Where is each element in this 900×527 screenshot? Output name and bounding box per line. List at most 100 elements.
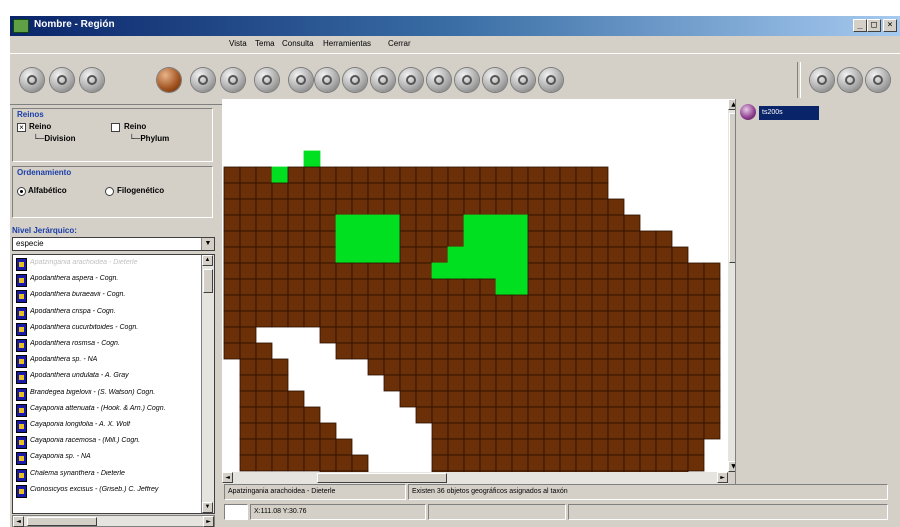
land-cell[interactable] [495, 438, 513, 456]
land-cell[interactable] [495, 406, 513, 424]
species-list-item[interactable]: Apodanthera buraeavii - Cogn. [13, 289, 203, 304]
land-cell[interactable] [575, 198, 593, 216]
land-cell[interactable] [543, 374, 561, 392]
land-cell[interactable] [399, 214, 417, 232]
land-cell[interactable] [607, 198, 625, 216]
land-cell[interactable] [255, 358, 273, 376]
land-cell[interactable] [687, 422, 705, 440]
land-cell[interactable] [543, 294, 561, 312]
land-cell[interactable] [543, 422, 561, 440]
land-cell[interactable] [335, 454, 353, 472]
land-cell[interactable] [591, 326, 609, 344]
occurrence-cell[interactable] [479, 214, 497, 232]
land-cell[interactable] [623, 358, 641, 376]
land-cell[interactable] [559, 390, 577, 408]
land-cell[interactable] [527, 246, 545, 264]
land-cell[interactable] [463, 294, 481, 312]
land-cell[interactable] [287, 166, 305, 184]
land-cell[interactable] [463, 278, 481, 296]
land-cell[interactable] [495, 342, 513, 360]
land-cell[interactable] [495, 182, 513, 200]
land-cell[interactable] [383, 374, 401, 392]
species-list-hthumb[interactable] [27, 517, 97, 526]
land-cell[interactable] [319, 454, 337, 472]
land-cell[interactable] [367, 326, 385, 344]
land-cell[interactable] [335, 310, 353, 328]
land-cell[interactable] [367, 166, 385, 184]
occurrence-cell[interactable] [383, 214, 401, 232]
land-cell[interactable] [527, 406, 545, 424]
occurrence-cell[interactable] [303, 150, 321, 168]
land-cell[interactable] [271, 246, 289, 264]
occurrence-cell[interactable] [367, 230, 385, 248]
land-cell[interactable] [687, 326, 705, 344]
land-cell[interactable] [623, 262, 641, 280]
zoom-in-icon[interactable] [289, 68, 313, 92]
land-cell[interactable] [367, 182, 385, 200]
land-cell[interactable] [575, 390, 593, 408]
land-cell[interactable] [607, 246, 625, 264]
land-cell[interactable] [655, 246, 673, 264]
land-cell[interactable] [287, 214, 305, 232]
occurrence-cell[interactable] [479, 246, 497, 264]
land-cell[interactable] [479, 454, 497, 472]
land-cell[interactable] [415, 182, 433, 200]
stop-icon[interactable] [50, 68, 74, 92]
land-cell[interactable] [575, 262, 593, 280]
land-cell[interactable] [399, 310, 417, 328]
menu-tema[interactable]: Tema [255, 39, 275, 48]
land-cell[interactable] [399, 390, 417, 408]
land-cell[interactable] [319, 422, 337, 440]
land-cell[interactable] [687, 262, 705, 280]
land-cell[interactable] [575, 342, 593, 360]
occurrence-cell[interactable] [511, 278, 529, 296]
species-list-item[interactable]: Cayaponia sp. - NA [13, 451, 203, 466]
occurrence-cell[interactable] [495, 262, 513, 280]
land-cell[interactable] [431, 166, 449, 184]
land-cell[interactable] [367, 278, 385, 296]
land-cell[interactable] [511, 438, 529, 456]
land-cell[interactable] [623, 326, 641, 344]
land-cell[interactable] [447, 326, 465, 344]
land-cell[interactable] [559, 438, 577, 456]
land-cell[interactable] [527, 198, 545, 216]
land-cell[interactable] [607, 310, 625, 328]
land-cell[interactable] [335, 438, 353, 456]
land-cell[interactable] [591, 438, 609, 456]
land-cell[interactable] [399, 230, 417, 248]
land-cell[interactable] [671, 326, 689, 344]
distribution-map[interactable] [222, 99, 728, 472]
land-cell[interactable] [255, 166, 273, 184]
land-cell[interactable] [255, 214, 273, 232]
land-cell[interactable] [671, 374, 689, 392]
land-cell[interactable] [415, 358, 433, 376]
land-cell[interactable] [495, 326, 513, 344]
land-cell[interactable] [527, 166, 545, 184]
land-cell[interactable] [447, 358, 465, 376]
species-list-item[interactable]: Apodanthera sp. - NA [13, 354, 203, 369]
land-cell[interactable] [511, 390, 529, 408]
land-cell[interactable] [511, 294, 529, 312]
land-cell[interactable] [559, 454, 577, 472]
compass-icon[interactable] [20, 68, 44, 92]
land-cell[interactable] [287, 198, 305, 216]
land-cell[interactable] [239, 166, 257, 184]
land-cell[interactable] [559, 342, 577, 360]
land-cell[interactable] [239, 214, 257, 232]
species-list-item[interactable]: Cayaponia racemosa - (Mill.) Cogn. [13, 435, 203, 450]
land-cell[interactable] [495, 294, 513, 312]
land-cell[interactable] [639, 422, 657, 440]
land-cell[interactable] [543, 390, 561, 408]
land-cell[interactable] [415, 406, 433, 424]
land-cell[interactable] [591, 406, 609, 424]
measure-icon[interactable] [455, 68, 479, 92]
land-cell[interactable] [239, 278, 257, 296]
land-cell[interactable] [623, 310, 641, 328]
land-cell[interactable] [335, 342, 353, 360]
land-cell[interactable] [447, 454, 465, 472]
land-cell[interactable] [591, 422, 609, 440]
land-cell[interactable] [239, 246, 257, 264]
land-cell[interactable] [703, 278, 721, 296]
land-cell[interactable] [575, 422, 593, 440]
land-cell[interactable] [591, 198, 609, 216]
